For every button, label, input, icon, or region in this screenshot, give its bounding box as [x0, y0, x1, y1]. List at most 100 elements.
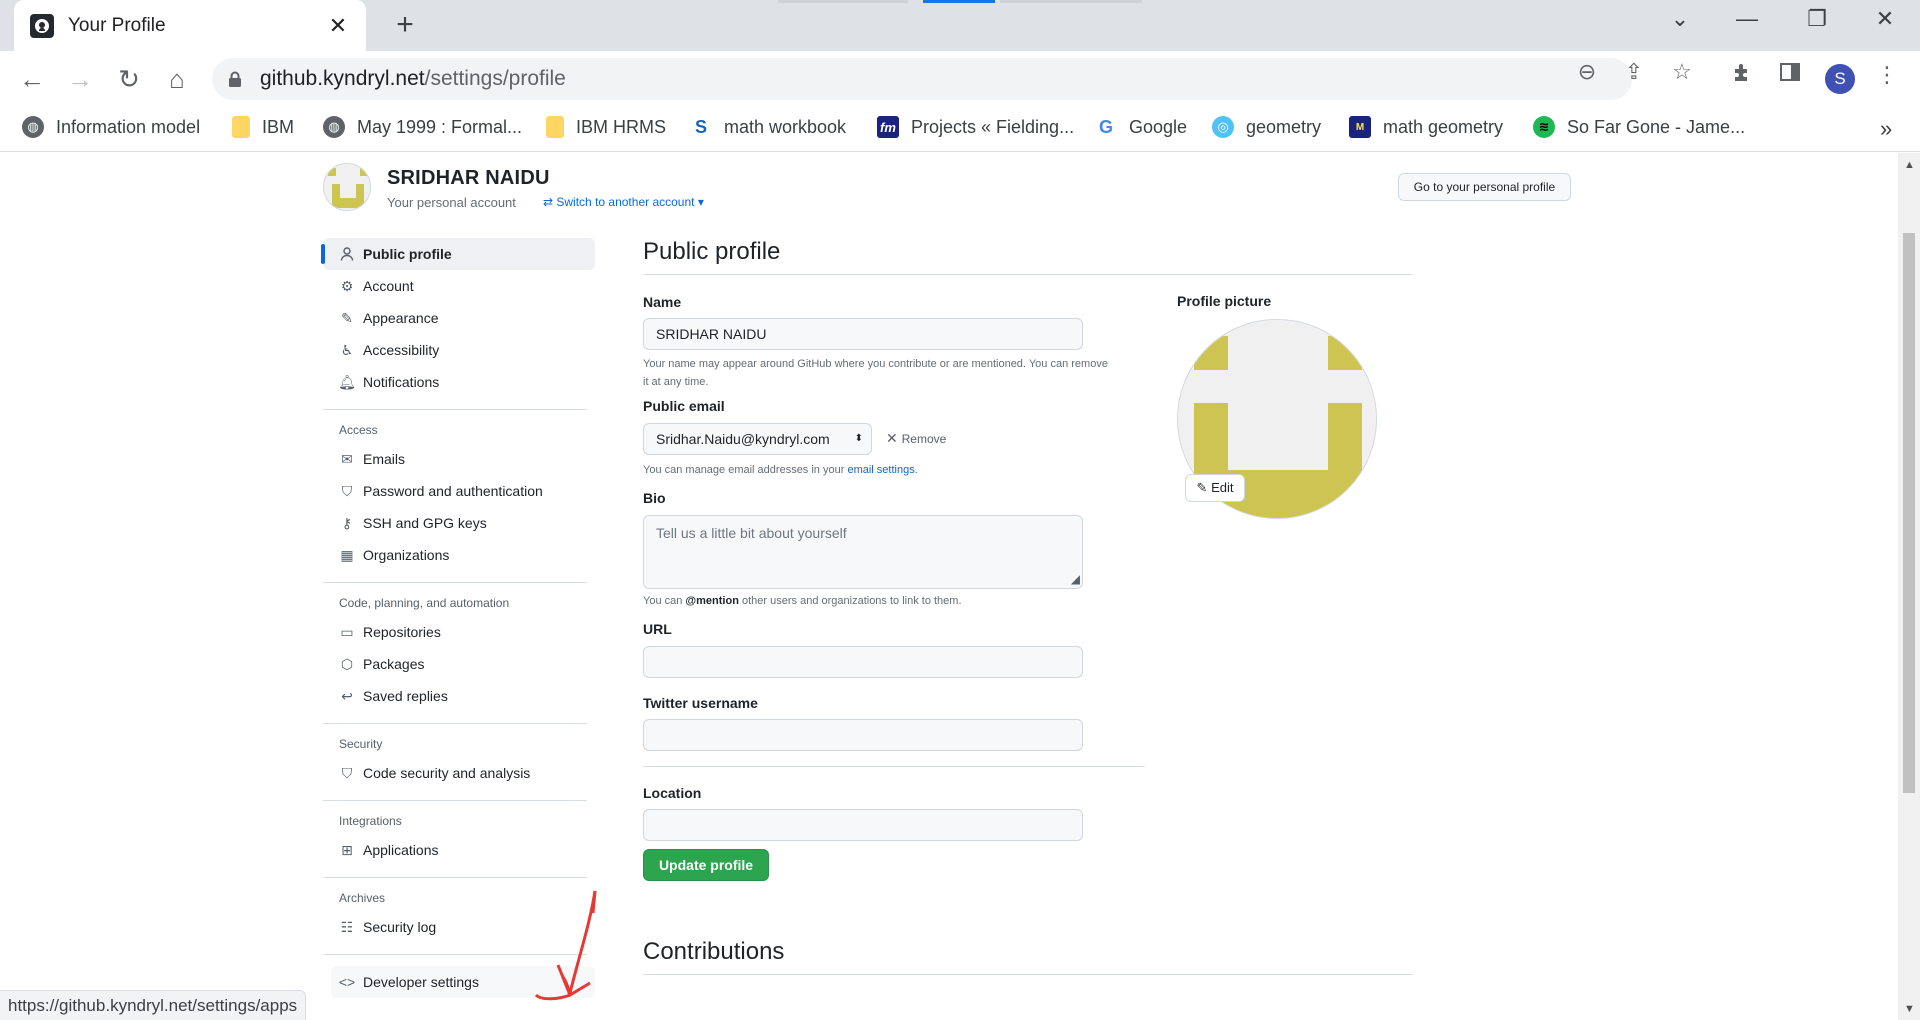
back-arrow-icon[interactable]: ←: [14, 61, 50, 97]
bell-icon: 🔔︎: [338, 373, 356, 390]
bookmark-item[interactable]: ◍ May 1999 : Formal...: [323, 116, 522, 138]
url-input[interactable]: [643, 646, 1083, 678]
paintbrush-icon: ✎: [341, 309, 353, 326]
update-profile-button[interactable]: Update profile: [643, 849, 769, 881]
sidebar-item-organizations[interactable]: ▦ Organizations: [323, 539, 595, 571]
sidebar-item-packages[interactable]: ⬡ Packages: [323, 648, 595, 680]
location-input[interactable]: [643, 809, 1083, 841]
sidebar-heading-access: Access: [339, 423, 378, 437]
bookmark-item[interactable]: ◍ Information model: [22, 116, 200, 138]
edit-avatar-button[interactable]: ✎ Edit: [1185, 474, 1245, 502]
extensions-puzzle-icon[interactable]: [1727, 62, 1757, 90]
page-title: Public profile: [643, 238, 1413, 275]
resize-handle-icon[interactable]: ◢: [1071, 564, 1080, 594]
share-icon[interactable]: ⇪: [1621, 59, 1647, 85]
sidebar-item-public-profile[interactable]: Public profile: [321, 238, 595, 270]
bookmark-item[interactable]: G Google: [1095, 116, 1187, 138]
bookmark-item[interactable]: S math workbook: [690, 116, 846, 138]
address-bar[interactable]: github.kyndryl.net/settings/profile: [212, 58, 1632, 100]
public-profile-form: Public profile Name SRIDHAR NAIDU Your n…: [643, 238, 1413, 975]
page-content: SRIDHAR NAIDU Your personal account ⇄ Sw…: [0, 153, 1898, 1020]
bio-textarea[interactable]: Tell us a little bit about yourself ◢: [643, 515, 1083, 589]
scroll-down-icon[interactable]: ▼: [1904, 1003, 1915, 1015]
math-logo-icon: M: [1349, 116, 1371, 138]
go-to-profile-button[interactable]: Go to your personal profile: [1398, 173, 1571, 201]
home-icon[interactable]: ⌂: [159, 61, 195, 97]
sidebar-item-saved-replies[interactable]: ↩ Saved replies: [323, 680, 595, 712]
apps-icon: ⊞: [341, 841, 353, 858]
sidebar-heading-integrations: Integrations: [339, 814, 402, 828]
tab-search-icon[interactable]: ⌄: [1660, 6, 1700, 32]
forward-arrow-icon[interactable]: →: [62, 61, 98, 97]
switch-account-link[interactable]: ⇄ Switch to another account ▾: [543, 195, 704, 209]
close-window-icon[interactable]: ✕: [1865, 6, 1905, 32]
bookmark-item[interactable]: IBM: [232, 116, 294, 138]
sidebar-item-notifications[interactable]: 🔔︎ Notifications: [323, 366, 595, 398]
shield-lock-icon: ⛉: [341, 764, 353, 781]
zoom-out-icon[interactable]: ⊖: [1574, 59, 1600, 85]
bookmark-item[interactable]: fm Projects « Fielding...: [877, 116, 1074, 138]
side-panel-icon[interactable]: [1775, 62, 1805, 88]
remove-email-button[interactable]: ✕ Remove: [886, 430, 946, 447]
status-url: https://github.kyndryl.net/settings/apps: [0, 990, 307, 1020]
sidebar-divider: [323, 800, 587, 801]
s-logo-icon: S: [694, 116, 707, 137]
bookmark-item[interactable]: M math geometry: [1349, 116, 1503, 138]
name-note: Your name may appear around GitHub where…: [643, 358, 1108, 388]
twitter-label: Twitter username: [643, 695, 758, 711]
lock-icon[interactable]: [228, 71, 242, 87]
globe-icon: ◍: [22, 116, 44, 138]
sidebar-item-ssh-keys[interactable]: ⚷ SSH and GPG keys: [323, 507, 595, 539]
account-avatar[interactable]: [323, 163, 371, 211]
select-arrows-icon: ⬍: [854, 433, 863, 444]
sidebar-item-appearance[interactable]: ✎ Appearance: [323, 302, 595, 334]
pencil-icon: ✎: [1196, 480, 1208, 495]
sidebar-item-account[interactable]: ⚙ Account: [323, 270, 595, 302]
email-settings-link[interactable]: email settings: [847, 464, 914, 476]
minimize-icon[interactable]: —: [1727, 6, 1767, 32]
scrollbar-thumb[interactable]: [1903, 233, 1915, 793]
bookmark-item[interactable]: ≋ So Far Gone - Jame...: [1533, 116, 1745, 138]
bookmark-item[interactable]: ◎ geometry: [1212, 116, 1321, 138]
scroll-up-icon[interactable]: ▲: [1904, 159, 1915, 171]
sidebar-item-repositories[interactable]: ▭ Repositories: [323, 616, 595, 648]
folder-icon: [232, 116, 250, 138]
sidebar-item-emails[interactable]: ✉ Emails: [323, 443, 595, 475]
browser-menu-icon[interactable]: ⋮: [1872, 62, 1902, 88]
close-tab-icon[interactable]: ✕: [326, 13, 350, 39]
package-icon: ⬡: [340, 655, 354, 672]
bookmarks-overflow-icon[interactable]: »: [1880, 116, 1892, 142]
name-input[interactable]: SRIDHAR NAIDU: [643, 318, 1083, 350]
person-icon: [339, 246, 355, 262]
reload-icon[interactable]: ↻: [111, 61, 147, 97]
bookmarks-bar: ◍ Information model IBM ◍ May 1999 : For…: [0, 106, 1920, 152]
organization-icon: ▦: [340, 546, 354, 563]
sidebar-divider: [323, 582, 587, 583]
sidebar-item-accessibility[interactable]: ♿ Accessibility: [323, 334, 595, 366]
log-icon: ☷: [340, 918, 354, 935]
browser-tab-active[interactable]: Your Profile ✕: [14, 0, 366, 51]
sidebar-divider: [323, 877, 587, 878]
geometry-icon: ◎: [1212, 116, 1234, 138]
switch-arrows-icon: ⇄: [543, 195, 557, 209]
twitter-input[interactable]: [643, 719, 1083, 751]
url-text: github.kyndryl.net/settings/profile: [260, 67, 566, 90]
new-tab-button[interactable]: +: [388, 8, 422, 42]
account-name: SRIDHAR NAIDU: [387, 167, 550, 189]
page-scrollbar[interactable]: ▲ ▼: [1898, 153, 1920, 1020]
sidebar-item-applications[interactable]: ⊞ Applications: [323, 834, 595, 866]
form-divider: [643, 766, 1145, 767]
bookmark-star-icon[interactable]: ☆: [1669, 59, 1695, 85]
browser-tabstrip: Your Profile ✕ + ⌄ — ❐ ✕: [0, 0, 1920, 51]
background-tab-indicator: [778, 0, 908, 3]
sidebar-divider: [323, 723, 587, 724]
bookmark-item[interactable]: IBM HRMS: [546, 116, 666, 138]
sidebar-item-code-security[interactable]: ⛉ Code security and analysis: [323, 757, 595, 789]
code-icon: <>: [338, 974, 356, 990]
background-tab-indicator: [1000, 0, 1142, 3]
location-label: Location: [643, 785, 702, 801]
email-select[interactable]: Sridhar.Naidu@kyndryl.com ⬍: [643, 423, 872, 455]
restore-icon[interactable]: ❐: [1797, 6, 1837, 32]
sidebar-item-password[interactable]: ⛉ Password and authentication: [323, 475, 595, 507]
browser-profile-avatar[interactable]: S: [1825, 64, 1855, 94]
